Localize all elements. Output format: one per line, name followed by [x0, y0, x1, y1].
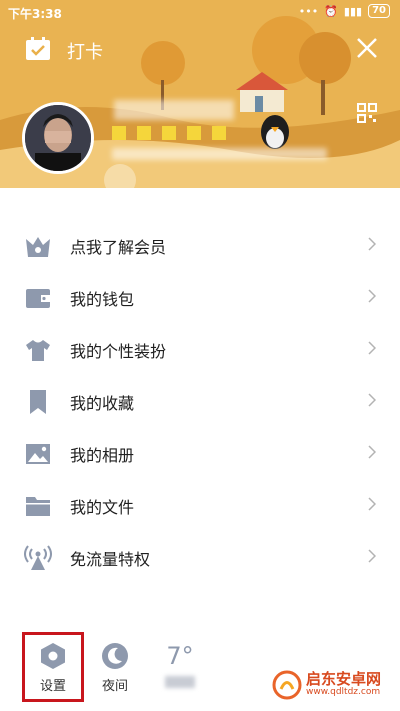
watermark-logo-icon — [272, 670, 302, 700]
signature-blurred — [112, 148, 327, 160]
menu-item-files[interactable]: 我的文件 — [0, 480, 400, 532]
crown-icon — [26, 237, 50, 257]
level-badges-blurred — [112, 126, 226, 140]
avatar[interactable] — [22, 102, 94, 174]
folder-icon — [26, 497, 50, 516]
status-icons: ••• ⏰ ▮▮▮ 70 — [299, 4, 390, 18]
chevron-right-icon — [368, 445, 376, 459]
signal-icon: ▮▮▮ — [343, 4, 363, 18]
status-time: 下午3:38 — [8, 7, 62, 21]
profile-banner: 下午3:38 ••• ⏰ ▮▮▮ 70 打卡 — [0, 0, 400, 188]
menu-item-label: 点我了解会员 — [70, 238, 167, 257]
signal-tower-icon — [24, 545, 52, 570]
avatar-photo — [25, 105, 91, 171]
menu-item-label: 我的收藏 — [70, 394, 135, 413]
drawer-menu: 点我了解会员 我的钱包 我的个性装扮 我的收藏 我的相册 我的文件 免流量特权 — [0, 220, 400, 584]
settings-button[interactable]: 设置 — [22, 632, 84, 702]
qr-code-icon[interactable] — [357, 103, 377, 123]
image-icon — [26, 444, 50, 464]
alarm-icon: ⏰ — [324, 4, 338, 18]
menu-item-label: 我的相册 — [70, 446, 135, 465]
night-mode-label: 夜间 — [101, 679, 128, 694]
menu-item-label: 免流量特权 — [70, 550, 151, 569]
menu-item-label: 我的文件 — [70, 498, 135, 517]
battery-icon: 70 — [368, 4, 390, 18]
chevron-right-icon — [368, 289, 376, 303]
chevron-right-icon — [368, 341, 376, 355]
watermark: 启东安卓网 www.qdltdz.com — [272, 665, 396, 705]
settings-label: 设置 — [39, 679, 66, 694]
weather-location-blurred — [165, 676, 195, 688]
watermark-title: 启东安卓网 — [306, 670, 382, 689]
weather-temperature: 7° — [166, 642, 194, 670]
night-mode-button[interactable]: 夜间 — [92, 642, 138, 694]
calendar-check-icon[interactable] — [25, 37, 51, 61]
menu-item-free-data[interactable]: 免流量特权 — [0, 532, 400, 584]
moon-icon — [102, 643, 128, 669]
chevron-right-icon — [368, 237, 376, 251]
menu-item-membership[interactable]: 点我了解会员 — [0, 220, 400, 272]
menu-item-label: 我的钱包 — [70, 290, 135, 309]
menu-item-album[interactable]: 我的相册 — [0, 428, 400, 480]
more-dots-icon: ••• — [298, 4, 319, 18]
chevron-right-icon — [368, 549, 376, 563]
status-bar: 下午3:38 ••• ⏰ ▮▮▮ 70 — [0, 0, 400, 26]
bookmark-icon — [30, 390, 46, 414]
menu-item-personalize[interactable]: 我的个性装扮 — [0, 324, 400, 376]
settings-hexagon-icon — [41, 643, 65, 669]
nickname-blurred — [114, 100, 234, 120]
chevron-right-icon — [368, 497, 376, 511]
checkin-label[interactable]: 打卡 — [67, 38, 103, 64]
chevron-right-icon — [368, 393, 376, 407]
tshirt-icon — [26, 340, 50, 361]
wallet-icon — [26, 289, 50, 308]
menu-item-favorites[interactable]: 我的收藏 — [0, 376, 400, 428]
weather-widget[interactable]: 7° — [158, 642, 202, 688]
menu-item-label: 我的个性装扮 — [70, 342, 167, 361]
penguin-mascot — [261, 115, 289, 149]
watermark-url: www.qdltdz.com — [306, 687, 381, 698]
menu-item-wallet[interactable]: 我的钱包 — [0, 272, 400, 324]
close-icon[interactable] — [356, 37, 378, 59]
